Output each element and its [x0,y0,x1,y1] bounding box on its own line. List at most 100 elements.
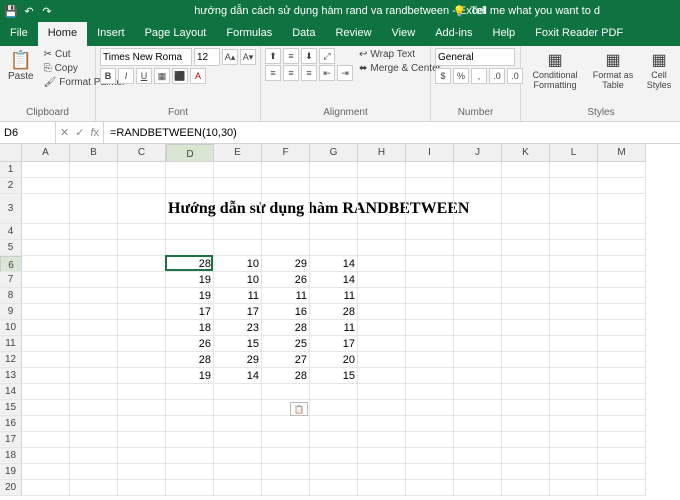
cell-H12[interactable] [358,352,406,368]
cell-F4[interactable] [262,224,310,240]
cell-M14[interactable] [598,384,646,400]
cell-A3[interactable] [22,194,70,224]
spreadsheet-grid[interactable]: 1234567891011121314151617181920 ABCDEFGH… [0,144,680,500]
cell-G3[interactable] [310,194,358,224]
cell-H6[interactable] [358,256,406,272]
cell-B11[interactable] [70,336,118,352]
row-header-12[interactable]: 12 [0,352,22,368]
align-top-icon[interactable]: ⬆ [265,48,281,64]
cell-J4[interactable] [454,224,502,240]
cell-I12[interactable] [406,352,454,368]
cell-H8[interactable] [358,288,406,304]
cell-D19[interactable] [166,464,214,480]
cell-I6[interactable] [406,256,454,272]
cell-I7[interactable] [406,272,454,288]
col-header-G[interactable]: G [310,144,358,162]
cell-J2[interactable] [454,178,502,194]
cell-G5[interactable] [310,240,358,256]
cell-A19[interactable] [22,464,70,480]
cell-C12[interactable] [118,352,166,368]
tab-addins[interactable]: Add-ins [425,22,482,46]
cell-H16[interactable] [358,416,406,432]
cell-A4[interactable] [22,224,70,240]
cell-K14[interactable] [502,384,550,400]
cell-B10[interactable] [70,320,118,336]
cell-G14[interactable] [310,384,358,400]
cell-M15[interactable] [598,400,646,416]
cell-M6[interactable] [598,256,646,272]
enter-icon[interactable]: ✓ [75,126,84,139]
cell-J18[interactable] [454,448,502,464]
cell-K20[interactable] [502,480,550,496]
cell-A12[interactable] [22,352,70,368]
col-header-C[interactable]: C [118,144,166,162]
cell-G18[interactable] [310,448,358,464]
cell-F19[interactable] [262,464,310,480]
cell-H4[interactable] [358,224,406,240]
tab-formulas[interactable]: Formulas [216,22,282,46]
name-box[interactable]: D6 [0,122,56,143]
cell-H9[interactable] [358,304,406,320]
cell-E6[interactable]: 10 [214,256,262,272]
cell-H15[interactable] [358,400,406,416]
cell-J12[interactable] [454,352,502,368]
cell-L12[interactable] [550,352,598,368]
cell-M12[interactable] [598,352,646,368]
cell-F11[interactable]: 25 [262,336,310,352]
cell-G17[interactable] [310,432,358,448]
cell-F5[interactable] [262,240,310,256]
cell-C15[interactable] [118,400,166,416]
comma-icon[interactable]: , [471,68,487,84]
cell-F16[interactable] [262,416,310,432]
cell-I14[interactable] [406,384,454,400]
row-header-2[interactable]: 2 [0,178,22,194]
cell-E11[interactable]: 15 [214,336,262,352]
cell-styles-button[interactable]: ▦Cell Styles [641,48,677,92]
cell-C2[interactable] [118,178,166,194]
row-header-11[interactable]: 11 [0,336,22,352]
cell-A8[interactable] [22,288,70,304]
cell-H17[interactable] [358,432,406,448]
cell-I1[interactable] [406,162,454,178]
col-header-D[interactable]: D [166,144,214,162]
cell-D16[interactable] [166,416,214,432]
cell-F17[interactable] [262,432,310,448]
cell-M17[interactable] [598,432,646,448]
cell-D9[interactable]: 17 [166,304,214,320]
cell-B19[interactable] [70,464,118,480]
col-header-I[interactable]: I [406,144,454,162]
cell-L19[interactable] [550,464,598,480]
tab-data[interactable]: Data [282,22,325,46]
cell-D10[interactable]: 18 [166,320,214,336]
cell-I15[interactable] [406,400,454,416]
cell-D7[interactable]: 19 [166,272,214,288]
cell-F2[interactable] [262,178,310,194]
col-header-K[interactable]: K [502,144,550,162]
cell-A7[interactable] [22,272,70,288]
tab-page-layout[interactable]: Page Layout [135,22,217,46]
cell-A1[interactable] [22,162,70,178]
cell-B5[interactable] [70,240,118,256]
cell-B15[interactable] [70,400,118,416]
cell-K16[interactable] [502,416,550,432]
cell-E13[interactable]: 14 [214,368,262,384]
row-header-6[interactable]: 6 [0,256,22,272]
row-header-4[interactable]: 4 [0,224,22,240]
currency-icon[interactable]: $ [435,68,451,84]
cell-D5[interactable] [166,240,214,256]
cell-B1[interactable] [70,162,118,178]
cell-K8[interactable] [502,288,550,304]
cell-C11[interactable] [118,336,166,352]
col-header-B[interactable]: B [70,144,118,162]
cell-M18[interactable] [598,448,646,464]
tab-file[interactable]: File [0,22,38,46]
cell-D8[interactable]: 19 [166,288,214,304]
cell-D15[interactable] [166,400,214,416]
cell-G13[interactable]: 15 [310,368,358,384]
cell-A13[interactable] [22,368,70,384]
cell-D4[interactable] [166,224,214,240]
cell-C8[interactable] [118,288,166,304]
bold-button[interactable]: B [100,68,116,84]
cell-F10[interactable]: 28 [262,320,310,336]
cell-C5[interactable] [118,240,166,256]
